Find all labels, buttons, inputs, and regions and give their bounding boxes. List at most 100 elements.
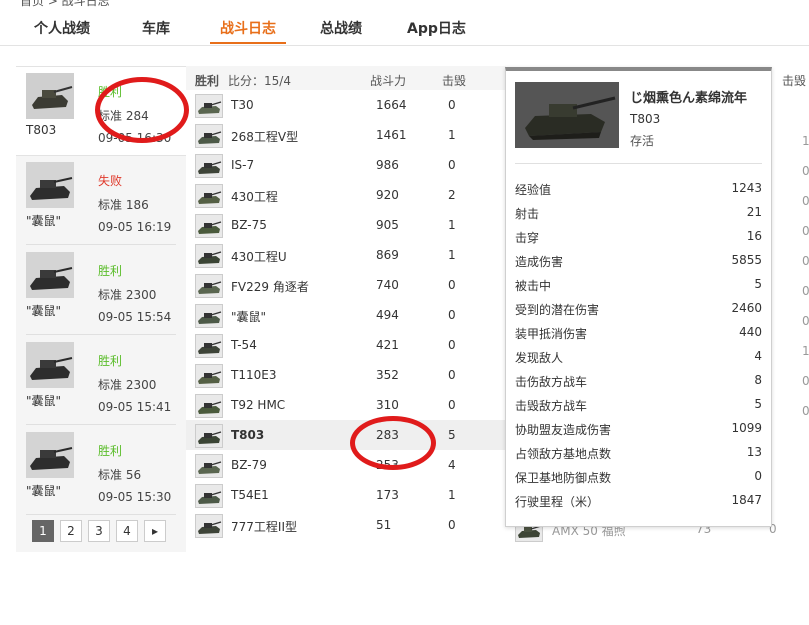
- enemy-kills-value: 1: [802, 134, 809, 148]
- tank-icon: [195, 214, 223, 238]
- tab-total-record[interactable]: 总战绩: [320, 18, 362, 38]
- tank-icon: [195, 364, 223, 388]
- page-button[interactable]: 2: [60, 520, 82, 542]
- enemy-kills-value: 0: [802, 224, 809, 238]
- page-button[interactable]: 3: [88, 520, 110, 542]
- stat-row: 保卫基地防御点数 0: [515, 465, 762, 489]
- table-row[interactable]: IS-7 986 0: [186, 150, 506, 180]
- stat-row: 造成伤害 5855: [515, 249, 762, 273]
- tank-kills: 0: [448, 98, 456, 112]
- stat-row: 协助盟友造成伤害 1099: [515, 417, 762, 441]
- tab-battle-log[interactable]: 战斗日志: [220, 18, 276, 38]
- table-row[interactable]: 430工程 920 2: [186, 180, 506, 210]
- divider: [26, 424, 176, 425]
- tank-kills: 1: [448, 218, 456, 232]
- tank-kills: 2: [448, 188, 456, 202]
- tank-icon: [195, 514, 223, 538]
- tank-power: 869: [376, 248, 399, 262]
- stat-value: 4: [754, 349, 762, 363]
- vehicle-name: T803: [26, 123, 57, 137]
- stat-row: 受到的潜在伤害 2460: [515, 297, 762, 321]
- battle-item[interactable]: "囊鼠" 胜利 标准 2300 09-05 15:54: [16, 246, 184, 334]
- tab-app-log[interactable]: App日志: [407, 18, 466, 38]
- tank-icon: [195, 334, 223, 358]
- stat-label: 发现敌人: [515, 351, 564, 365]
- enemy-kills-value: 0: [802, 314, 809, 328]
- table-row[interactable]: T92 HMC 310 0: [186, 390, 506, 420]
- tank-name: IS-7: [231, 158, 255, 172]
- enemy-kills-value: 0: [802, 284, 809, 298]
- table-row[interactable]: T803 283 5: [186, 420, 506, 450]
- player-detail-popup: じ烟熏色ん素绵流年 T803 存活 经验值 1243 射击 21 击穿 16 造成伤害 585…: [505, 67, 772, 527]
- stat-row: 行驶里程（米） 1847: [515, 489, 762, 513]
- tank-power: 905: [376, 218, 399, 232]
- table-row[interactable]: 430工程U 869 1: [186, 240, 506, 270]
- tank-kills: 1: [448, 248, 456, 262]
- battle-item[interactable]: "囊鼠" 失败 标准 186 09-05 16:19: [16, 156, 184, 244]
- tank-power: 421: [376, 338, 399, 352]
- battle-item[interactable]: "囊鼠" 胜利 标准 56 09-05 15:30: [16, 426, 184, 514]
- stat-value: 5: [754, 397, 762, 411]
- table-row[interactable]: 777工程II型 51 0: [186, 510, 506, 540]
- stat-row: 射击 21: [515, 201, 762, 225]
- table-row[interactable]: 268工程V型 1461 1: [186, 120, 506, 150]
- team-result: 胜利: [195, 74, 220, 88]
- stat-value: 5855: [731, 253, 762, 267]
- tank-icon: [195, 154, 223, 178]
- battle-time: 09-05 15:54: [98, 310, 172, 324]
- enemy-kills-value: 0: [802, 194, 809, 208]
- tank-icon: [195, 424, 223, 448]
- stat-row: 占领敌方基地点数 13: [515, 441, 762, 465]
- tank-icon: [195, 184, 223, 208]
- tank-name: T803: [231, 428, 265, 442]
- tank-icon: [195, 304, 223, 328]
- next-page-button[interactable]: ▸: [144, 520, 166, 542]
- tank-power: 310: [376, 398, 399, 412]
- tank-name: 430工程U: [231, 250, 287, 264]
- tank-icon: [195, 274, 223, 298]
- page-button[interactable]: 4: [116, 520, 138, 542]
- stat-value: 1243: [731, 181, 762, 195]
- battle-item[interactable]: "囊鼠" 胜利 标准 2300 09-05 15:41: [16, 336, 184, 424]
- tank-name: T54E1: [231, 488, 269, 502]
- tab-garage[interactable]: 车库: [142, 18, 170, 38]
- stat-label: 装甲抵消伤害: [515, 327, 588, 341]
- tank-kills: 0: [448, 158, 456, 172]
- tab-personal-record[interactable]: 个人战绩: [34, 18, 90, 38]
- tank-kills: 0: [448, 368, 456, 382]
- tank-name: T-54: [231, 338, 257, 352]
- tank-name: 777工程II型: [231, 520, 297, 534]
- team-table: 胜利 比分：15/4 战斗力 击毁 T30 1664 0 268工程V型 1461 1 IS…: [186, 66, 506, 552]
- battle-result: 失败: [98, 174, 123, 188]
- table-row[interactable]: T-54 421 0: [186, 330, 506, 360]
- page-button[interactable]: 1: [32, 520, 54, 542]
- vehicle-name: "囊鼠": [26, 214, 62, 228]
- table-row[interactable]: BZ-75 905 1: [186, 210, 506, 240]
- battle-score: 标准 186: [98, 198, 149, 212]
- table-row[interactable]: T54E1 173 1: [186, 480, 506, 510]
- battle-score: 标准 2300: [98, 288, 157, 302]
- stat-row: 装甲抵消伤害 440: [515, 321, 762, 345]
- tank-icon: [195, 394, 223, 418]
- tank-power: 1461: [376, 128, 407, 142]
- team-table-header: 胜利 比分：15/4 战斗力 击毁: [186, 66, 506, 90]
- tank-name: 430工程: [231, 190, 278, 204]
- tank-kills: 1: [448, 128, 456, 142]
- tank-name: T110E3: [231, 368, 277, 382]
- player-tank: T803: [630, 112, 661, 126]
- tank-icon: [195, 484, 223, 508]
- column-header-kills: 击毁: [442, 74, 467, 88]
- table-row[interactable]: T30 1664 0: [186, 90, 506, 120]
- tank-power: 740: [376, 278, 399, 292]
- table-row[interactable]: T110E3 352 0: [186, 360, 506, 390]
- table-row[interactable]: FV229 角逐者 740 0: [186, 270, 506, 300]
- tank-kills: 0: [448, 338, 456, 352]
- enemy-kills-value: 0: [802, 374, 809, 388]
- annotation-circle: [95, 77, 189, 143]
- table-row[interactable]: "囊鼠" 494 0: [186, 300, 506, 330]
- tank-kills: 0: [448, 398, 456, 412]
- tank-icon: [195, 454, 223, 478]
- nav-tabs: 个人战绩 车库 战斗日志 总战绩 App日志: [0, 0, 809, 46]
- table-row[interactable]: BZ-79 253 4: [186, 450, 506, 480]
- tank-image: [515, 82, 619, 148]
